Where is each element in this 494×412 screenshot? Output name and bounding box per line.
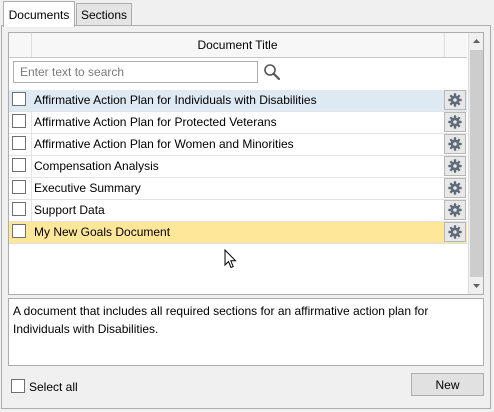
document-title: Affirmative Action Plan for Individuals … — [34, 93, 317, 107]
document-title: Compensation Analysis — [34, 159, 159, 173]
documents-panel: Document Title Affirmative Action Plan f… — [1, 25, 491, 409]
row-checkbox[interactable] — [12, 92, 26, 106]
row-checkbox[interactable] — [12, 158, 26, 172]
row-settings-button[interactable] — [444, 112, 466, 132]
document-row[interactable]: Compensation Analysis — [9, 156, 467, 178]
gear-icon — [448, 225, 462, 239]
vertical-scrollbar[interactable] — [468, 33, 483, 294]
grid-header: Document Title — [9, 33, 467, 58]
row-checkbox[interactable] — [12, 202, 26, 216]
select-all-label: Select all — [29, 380, 78, 394]
search-icon[interactable] — [263, 63, 281, 81]
document-description: A document that includes all required se… — [8, 298, 484, 366]
gear-icon — [448, 181, 462, 195]
row-settings-button[interactable] — [444, 200, 466, 220]
row-settings-button[interactable] — [444, 90, 466, 110]
row-checkbox[interactable] — [12, 114, 26, 128]
row-settings-button[interactable] — [444, 222, 466, 242]
document-row[interactable]: My New Goals Document — [9, 222, 467, 244]
new-button[interactable]: New — [411, 373, 484, 396]
header-checkbox-column — [9, 33, 32, 57]
tab-documents[interactable]: Documents — [3, 1, 75, 27]
tab-documents-label: Documents — [8, 7, 70, 22]
gear-icon — [448, 93, 462, 107]
document-row[interactable]: Executive Summary — [9, 178, 467, 200]
row-settings-button[interactable] — [444, 156, 466, 176]
tab-sections[interactable]: Sections — [76, 3, 132, 25]
document-list: Affirmative Action Plan for Individuals … — [9, 90, 467, 244]
document-row[interactable]: Affirmative Action Plan for Individuals … — [9, 90, 467, 112]
document-title: Affirmative Action Plan for Women and Mi… — [34, 137, 294, 151]
document-row[interactable]: Affirmative Action Plan for Women and Mi… — [9, 134, 467, 156]
row-settings-button[interactable] — [444, 134, 466, 154]
search-input[interactable] — [13, 61, 258, 83]
gear-icon — [448, 203, 462, 217]
document-grid: Document Title Affirmative Action Plan f… — [8, 32, 484, 295]
mouse-cursor-icon — [224, 249, 237, 269]
document-row[interactable]: Support Data — [9, 200, 467, 222]
gear-icon — [448, 115, 462, 129]
header-action-column — [444, 33, 468, 57]
document-title: Support Data — [34, 203, 105, 217]
scroll-up-arrow-icon[interactable] — [469, 33, 483, 49]
tab-sections-label: Sections — [80, 7, 128, 22]
row-checkbox[interactable] — [12, 180, 26, 194]
document-title: Executive Summary — [34, 181, 141, 195]
scroll-down-arrow-icon[interactable] — [469, 278, 483, 294]
gear-icon — [448, 159, 462, 173]
select-all-checkbox[interactable]: Select all — [11, 379, 131, 395]
row-checkbox[interactable] — [12, 224, 26, 238]
gear-icon — [448, 137, 462, 151]
select-all-checkbox-box[interactable] — [11, 379, 25, 393]
scrollbar-thumb[interactable] — [470, 50, 483, 277]
row-settings-button[interactable] — [444, 178, 466, 198]
document-title-column-header[interactable]: Document Title — [32, 33, 443, 57]
document-title: My New Goals Document — [34, 225, 171, 239]
document-title: Affirmative Action Plan for Protected Ve… — [34, 115, 277, 129]
row-checkbox[interactable] — [12, 136, 26, 150]
document-row[interactable]: Affirmative Action Plan for Protected Ve… — [9, 112, 467, 134]
